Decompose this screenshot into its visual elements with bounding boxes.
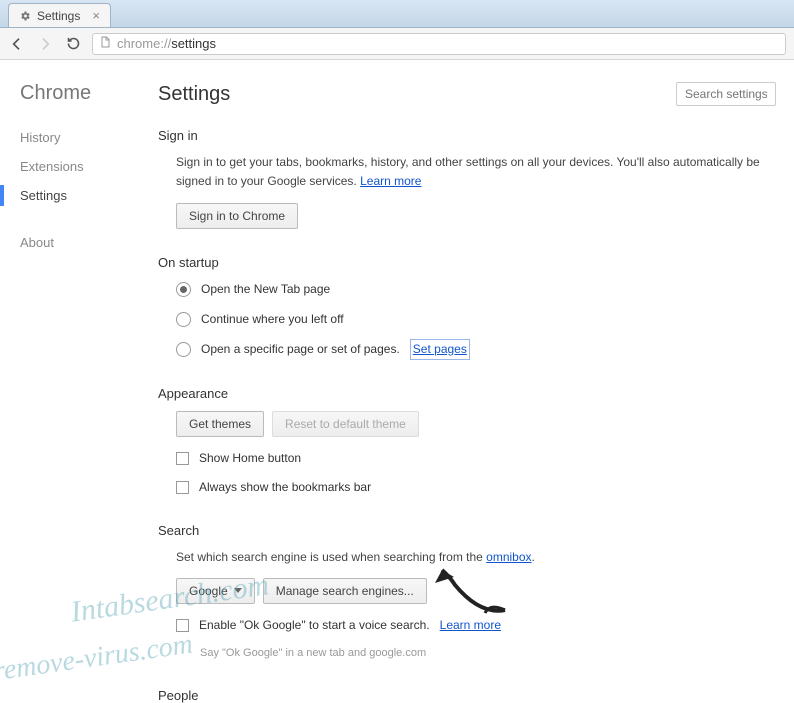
signin-button[interactable]: Sign in to Chrome (176, 203, 298, 229)
appearance-title: Appearance (158, 386, 776, 401)
signin-learn-more-link[interactable]: Learn more (360, 174, 421, 188)
checkbox-okgoogle[interactable] (176, 619, 189, 632)
manage-engines-button[interactable]: Manage search engines... (263, 578, 427, 604)
checkbox-home-label: Show Home button (199, 449, 301, 468)
radio-newtab[interactable] (176, 282, 191, 297)
url-path: settings (171, 36, 216, 51)
tab-title: Settings (37, 9, 80, 23)
chevron-down-icon (234, 588, 242, 593)
sidebar-brand: Chrome (20, 82, 140, 105)
search-desc: Set which search engine is used when sea… (176, 550, 486, 564)
toolbar: chrome://settings (0, 28, 794, 60)
checkbox-bookmarks[interactable] (176, 481, 189, 494)
okgoogle-learn-link[interactable]: Learn more (440, 616, 501, 635)
people-title: People (158, 688, 776, 703)
signin-desc: Sign in to get your tabs, bookmarks, his… (176, 155, 760, 188)
reload-button[interactable] (64, 35, 82, 53)
get-themes-button[interactable]: Get themes (176, 411, 264, 437)
forward-button[interactable] (36, 35, 54, 53)
section-startup: On startup Open the New Tab page Continu… (158, 255, 776, 360)
okgoogle-subtext: Say "Ok Google" in a new tab and google.… (200, 645, 776, 663)
back-button[interactable] (8, 35, 26, 53)
close-icon[interactable]: × (92, 8, 100, 23)
sidebar-item-about[interactable]: About (20, 228, 140, 257)
browser-tab[interactable]: Settings × (8, 3, 111, 27)
sidebar-item-extensions[interactable]: Extensions (20, 152, 140, 181)
radio-specific-label: Open a specific page or set of pages. (201, 340, 400, 359)
search-title: Search (158, 523, 776, 538)
url-scheme: chrome:// (117, 36, 171, 51)
radio-newtab-label: Open the New Tab page (201, 280, 330, 299)
sidebar-item-history[interactable]: History (20, 123, 140, 152)
main-panel: Settings Sign in Sign in to get your tab… (140, 60, 794, 686)
sidebar: Chrome History Extensions Settings About (0, 60, 140, 686)
signin-title: Sign in (158, 128, 776, 143)
search-settings-input[interactable] (676, 82, 776, 106)
section-signin: Sign in Sign in to get your tabs, bookma… (158, 128, 776, 229)
sidebar-item-settings[interactable]: Settings (20, 181, 140, 210)
gear-icon (19, 10, 31, 22)
page-icon (99, 35, 111, 52)
tab-bar: Settings × (0, 0, 794, 28)
content: Chrome History Extensions Settings About… (0, 60, 794, 686)
page-title: Settings (158, 83, 230, 106)
set-pages-link[interactable]: Set pages (410, 339, 470, 360)
checkbox-okgoogle-label: Enable "Ok Google" to start a voice sear… (199, 616, 430, 635)
radio-specific[interactable] (176, 342, 191, 357)
omnibox-link[interactable]: omnibox (486, 550, 531, 564)
section-people: People (158, 688, 776, 703)
radio-continue-label: Continue where you left off (201, 310, 344, 329)
section-search: Search Set which search engine is used w… (158, 523, 776, 662)
address-bar[interactable]: chrome://settings (92, 33, 786, 55)
reset-theme-button[interactable]: Reset to default theme (272, 411, 419, 437)
search-engine-dropdown[interactable]: Google (176, 578, 255, 604)
radio-continue[interactable] (176, 312, 191, 327)
checkbox-bookmarks-label: Always show the bookmarks bar (199, 478, 371, 497)
section-appearance: Appearance Get themes Reset to default t… (158, 386, 776, 497)
search-engine-value: Google (189, 584, 228, 598)
startup-title: On startup (158, 255, 776, 270)
checkbox-home[interactable] (176, 452, 189, 465)
